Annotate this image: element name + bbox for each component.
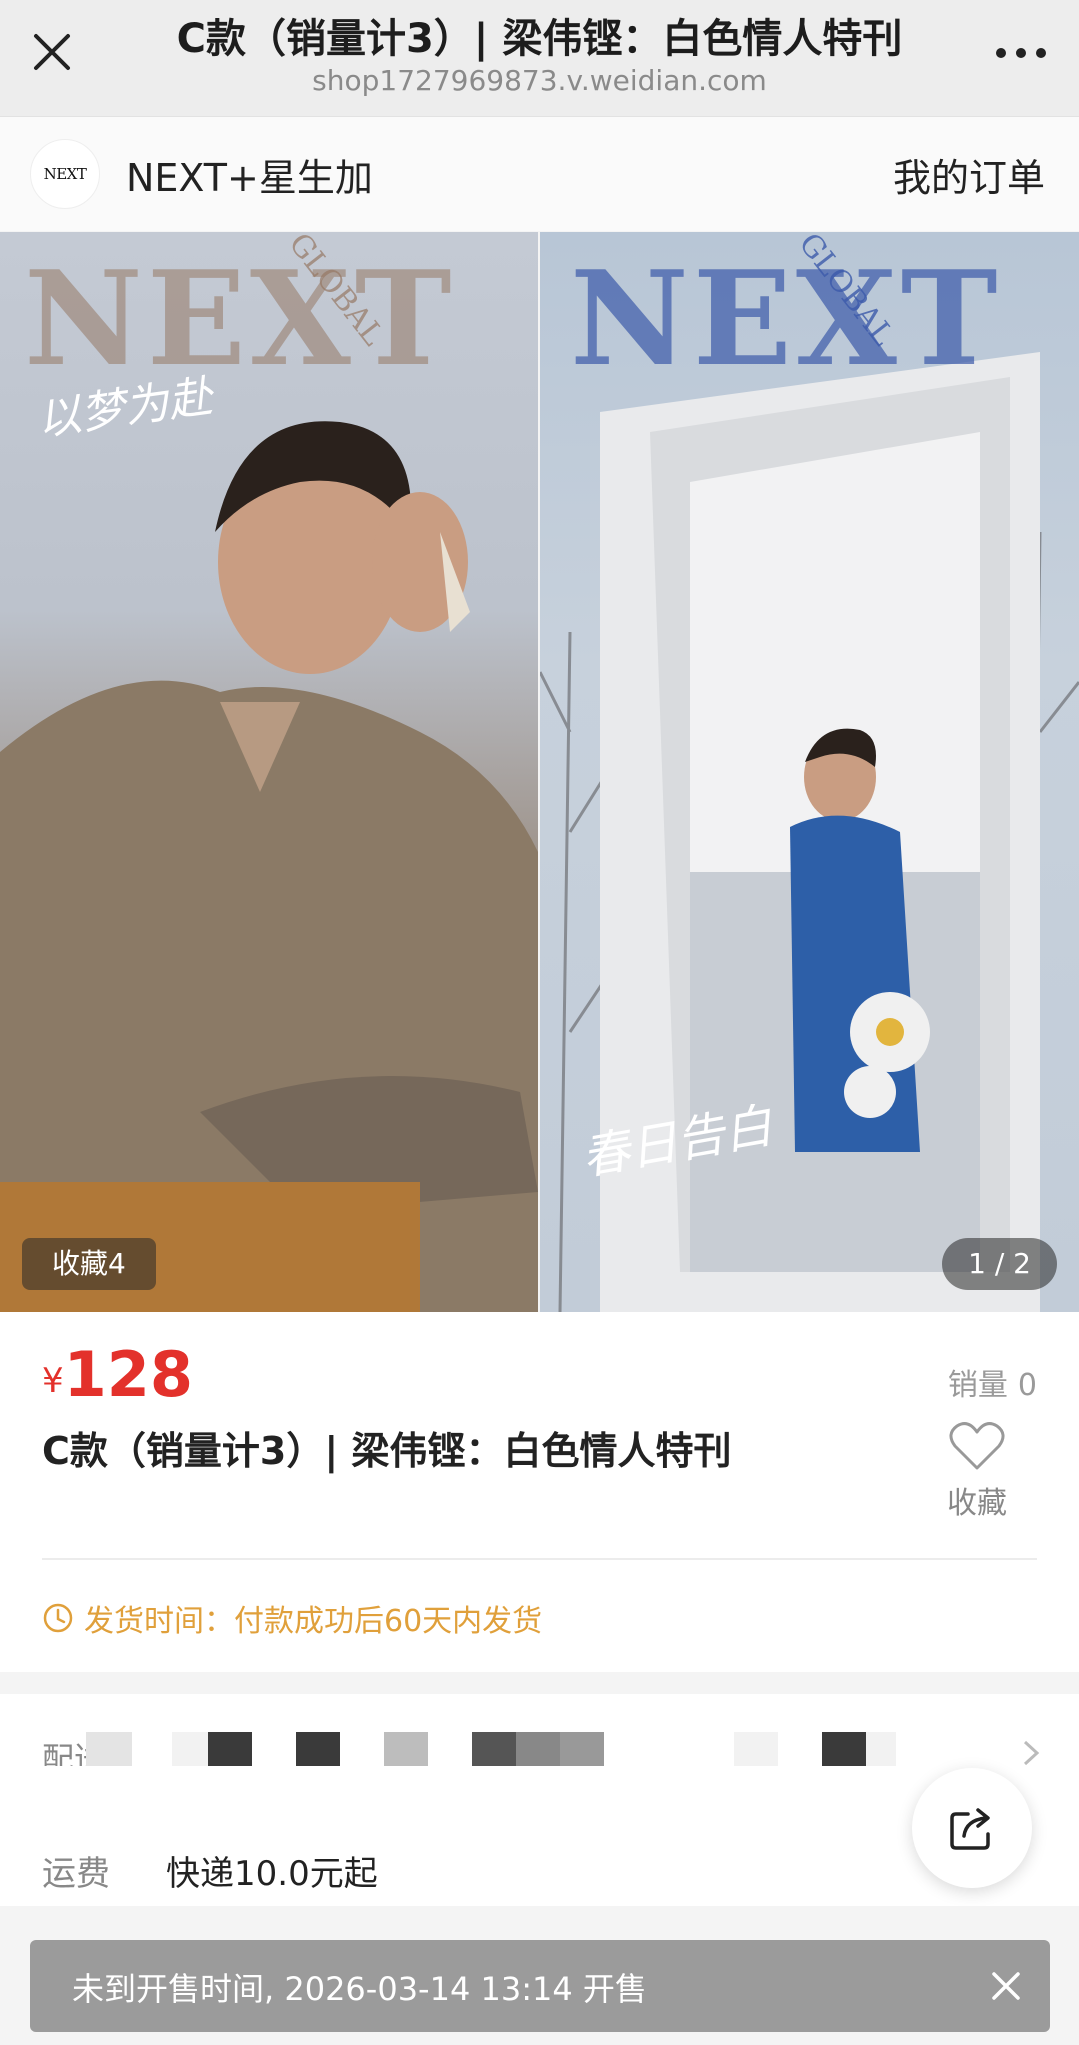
shop-name[interactable]: NEXT+星生加 xyxy=(126,147,373,202)
price: ¥128 xyxy=(42,1338,193,1411)
delivery-row[interactable]: 配送 xyxy=(0,1694,1079,1766)
favorite-label: 收藏 xyxy=(947,1486,1007,1521)
favorites-count-badge: 收藏4 xyxy=(22,1238,156,1290)
portrait-left-illustration xyxy=(0,421,538,1312)
share-button[interactable] xyxy=(912,1768,1032,1888)
page-url: shop1727969873.v.weidian.com xyxy=(312,64,767,97)
close-banner-icon[interactable] xyxy=(984,1964,1028,2008)
browser-header: C款（销量计3）| 梁伟铿：白色情人特刊 shop1727969873.v.we… xyxy=(0,0,1079,117)
divider xyxy=(42,1558,1037,1560)
shipping-fee-label: 运费 xyxy=(42,1854,110,1894)
clock-icon xyxy=(43,1603,73,1633)
product-title: C款（销量计3）| 梁伟铿：白色情人特刊 xyxy=(42,1429,732,1473)
sales-number: 0 xyxy=(1017,1368,1037,1403)
shipping-fee-value: 快递10.0元起 xyxy=(166,1854,378,1894)
sales-label: 销量 xyxy=(947,1368,1008,1403)
price-value: 128 xyxy=(63,1338,194,1411)
delivery-options-blurred xyxy=(86,1732,986,1766)
more-dots-icon[interactable] xyxy=(991,38,1051,68)
image-page-indicator: 1 / 2 xyxy=(942,1238,1057,1290)
share-icon xyxy=(950,1808,990,1850)
favorite-button[interactable]: 收藏 xyxy=(937,1420,1017,1522)
gallery-image-left: NEXT GLOBAL 以梦为赴 xyxy=(0,232,538,1312)
currency-symbol: ¥ xyxy=(42,1361,64,1401)
sales-count: 销量 0 xyxy=(948,1360,1037,1404)
chevron-right-icon xyxy=(1023,1740,1040,1766)
sale-notice-banner: 未到开售时间, 2026-03-14 13:14 开售 xyxy=(30,1940,1050,2032)
my-orders-link[interactable]: 我的订单 xyxy=(893,147,1045,202)
sale-notice-text: 未到开售时间, 2026-03-14 13:14 开售 xyxy=(72,1970,647,2008)
shop-bar: NEXT NEXT+星生加 我的订单 xyxy=(0,117,1079,231)
gallery-image-right: NEXT GLOBAL 春日告白 xyxy=(540,232,1079,1312)
product-image-gallery[interactable]: NEXT GLOBAL 以梦为赴 NEXT GLOBAL 春日告白 收藏4 1 … xyxy=(0,232,1079,1312)
shipping-time-text: 发货时间：付款成功后60天内发货 xyxy=(84,1604,543,1639)
shipping-time-row: 发货时间：付款成功后60天内发货 xyxy=(42,1596,542,1640)
product-info-card: ¥128 销量 0 C款（销量计3）| 梁伟铿：白色情人特刊 收藏 发货时间：付款… xyxy=(0,1312,1079,1672)
close-icon[interactable] xyxy=(22,22,82,82)
shop-logo-text: NEXT xyxy=(43,165,87,183)
heart-icon xyxy=(949,1422,1005,1470)
magazine-logo-right: NEXT xyxy=(570,242,1002,395)
page-title: C款（销量计3）| 梁伟铿：白色情人特刊 xyxy=(176,16,903,62)
shop-logo[interactable]: NEXT xyxy=(30,139,100,209)
